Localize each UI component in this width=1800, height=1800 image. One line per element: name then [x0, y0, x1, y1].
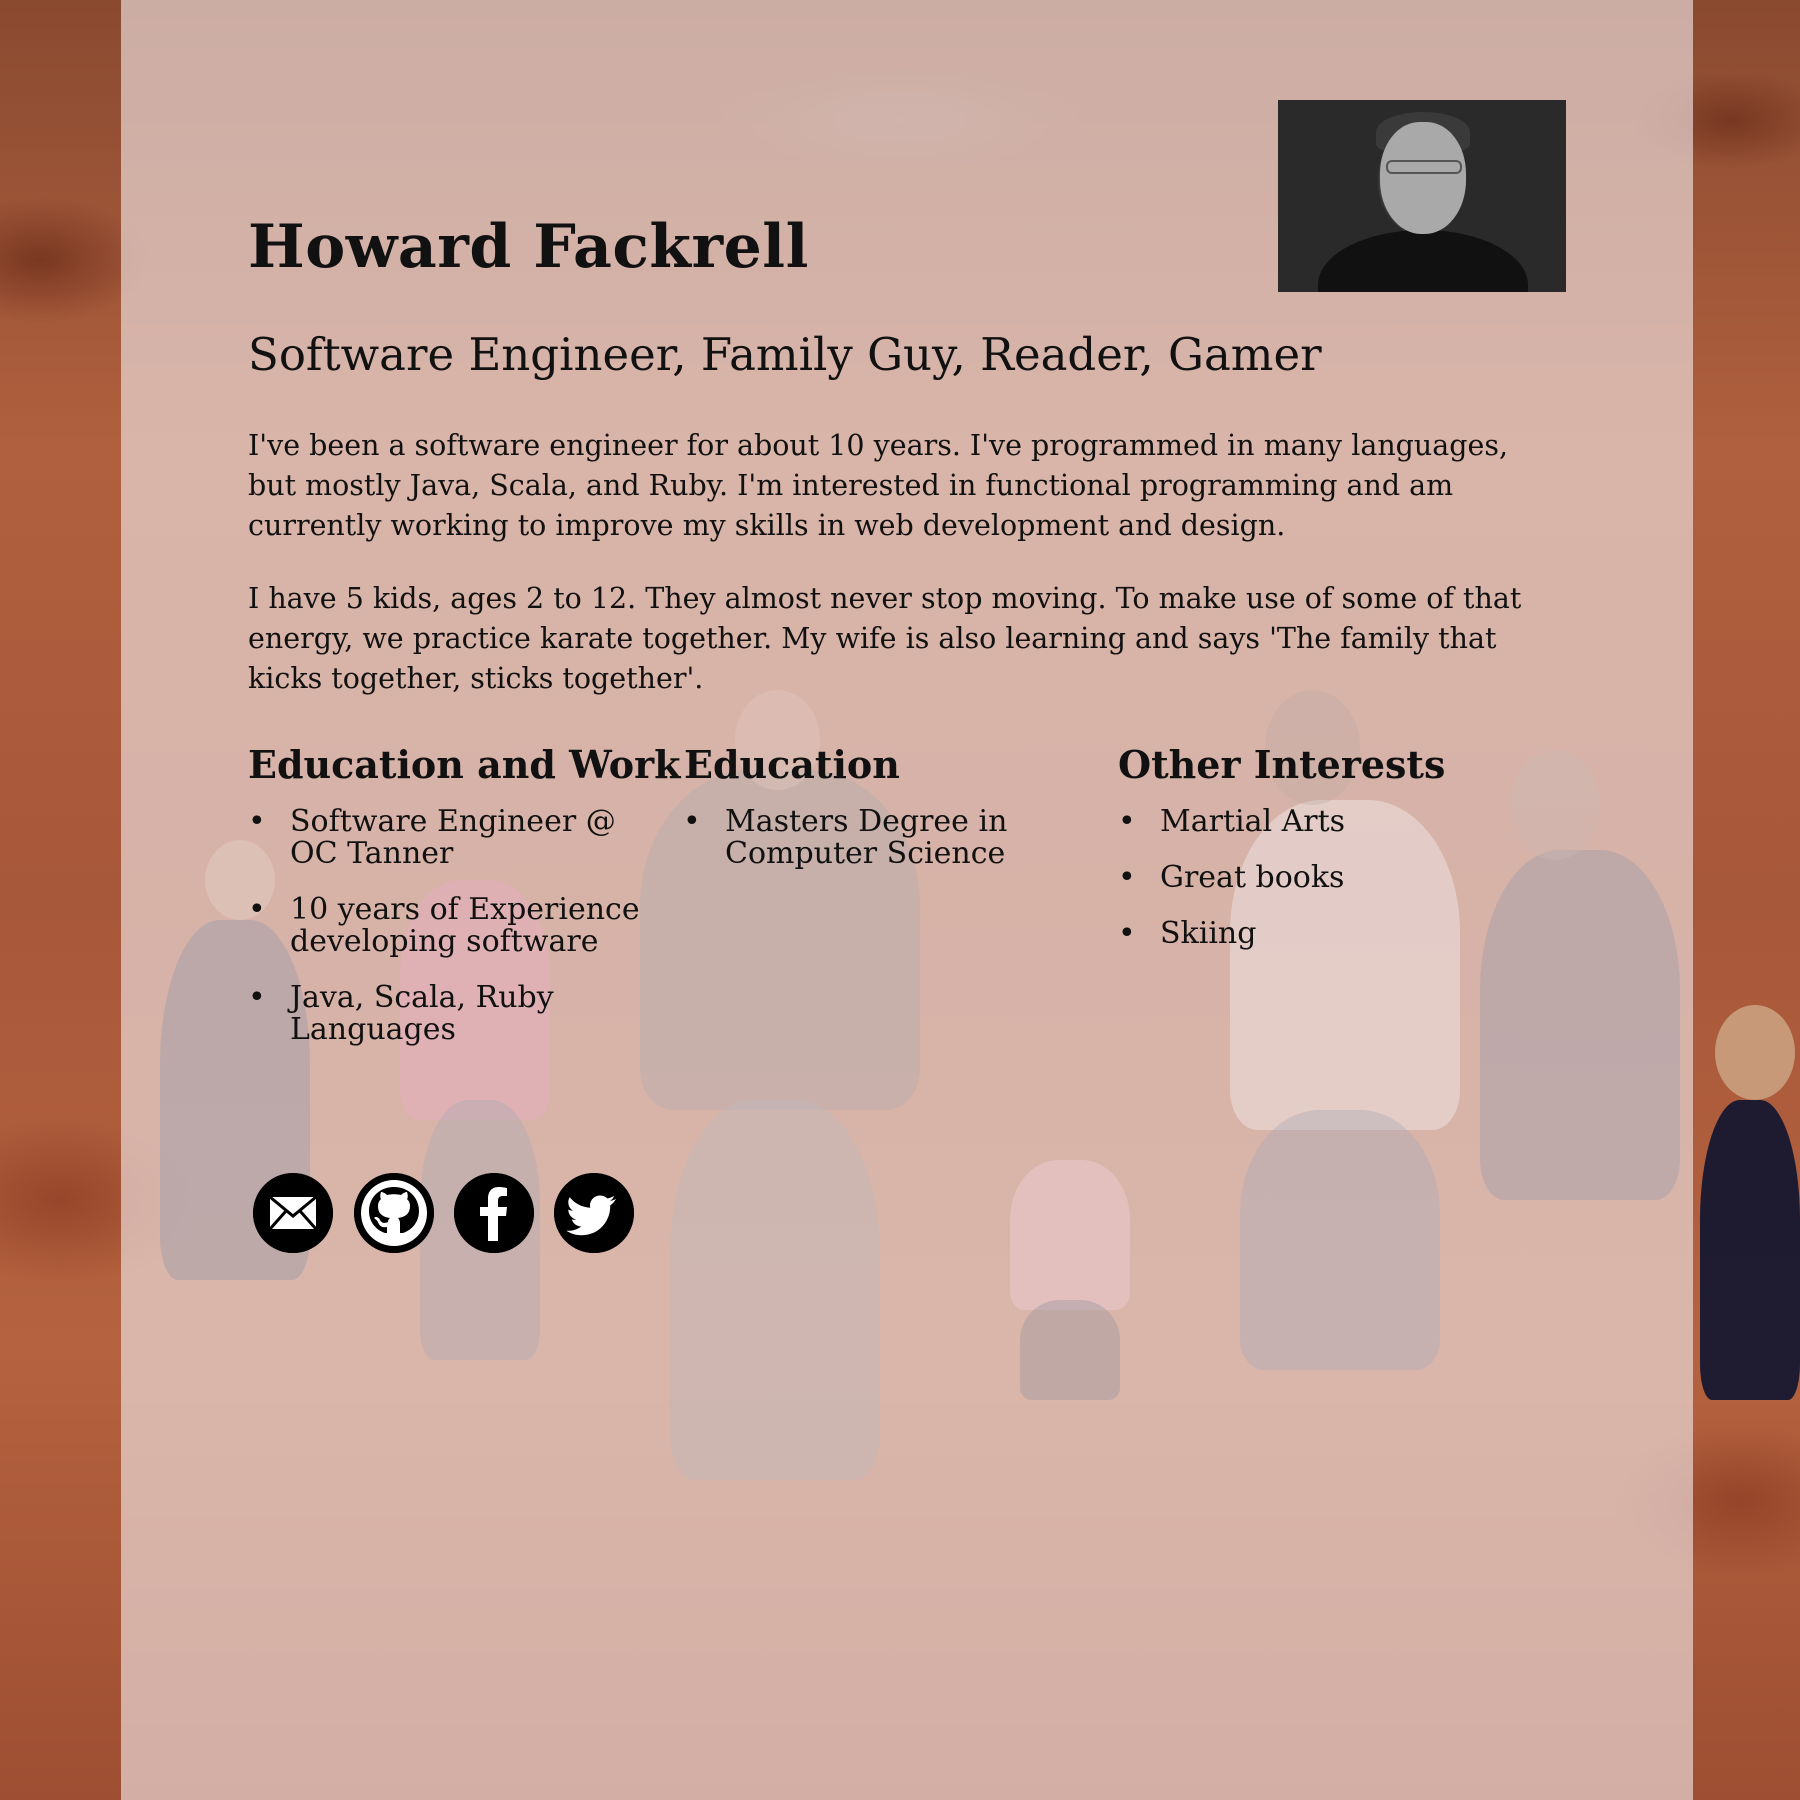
profile-photo	[1278, 100, 1566, 292]
github-icon-graphic	[354, 1173, 434, 1253]
profile-photo-face	[1380, 122, 1466, 234]
envelope-icon[interactable]	[253, 1173, 333, 1253]
bio-paragraph-career: I've been a software engineer for about …	[248, 429, 1509, 542]
list-item: Masters Degree in Computer Science	[683, 806, 1013, 870]
github-icon[interactable]	[354, 1173, 434, 1253]
section-title-education: Education	[684, 742, 900, 787]
facebook-icon[interactable]	[454, 1173, 534, 1253]
background-figure-head	[1715, 1005, 1795, 1100]
profile-photo-glasses	[1386, 160, 1462, 174]
twitter-icon-graphic	[554, 1173, 634, 1253]
list-item: Great books	[1118, 862, 1538, 895]
section-title-interests: Other Interests	[1118, 742, 1446, 787]
list-item: Java, Scala, Ruby Languages	[248, 982, 668, 1046]
list-item: 10 years of Experience developing softwa…	[248, 894, 668, 958]
page-title: Howard Fackrell	[248, 212, 809, 282]
profile-photo-shoulders	[1318, 230, 1528, 292]
background-figure	[1700, 1100, 1800, 1400]
twitter-icon[interactable]	[554, 1173, 634, 1253]
bio-paragraph-family: I have 5 kids, ages 2 to 12. They almost…	[248, 582, 1522, 695]
list-item: Software Engineer @ OC Tanner	[248, 806, 668, 870]
section-title-work: Education and Work	[248, 742, 681, 787]
work-list: Software Engineer @ OC Tanner 10 years o…	[248, 806, 668, 1070]
interests-list: Martial Arts Great books Skiing	[1118, 806, 1538, 974]
facebook-icon-graphic	[454, 1173, 534, 1253]
list-item: Skiing	[1118, 918, 1538, 951]
envelope-icon-graphic	[253, 1173, 333, 1253]
education-list: Masters Degree in Computer Science	[683, 806, 1013, 894]
tagline: Software Engineer, Family Guy, Reader, G…	[248, 328, 1322, 381]
list-item: Martial Arts	[1118, 806, 1538, 839]
